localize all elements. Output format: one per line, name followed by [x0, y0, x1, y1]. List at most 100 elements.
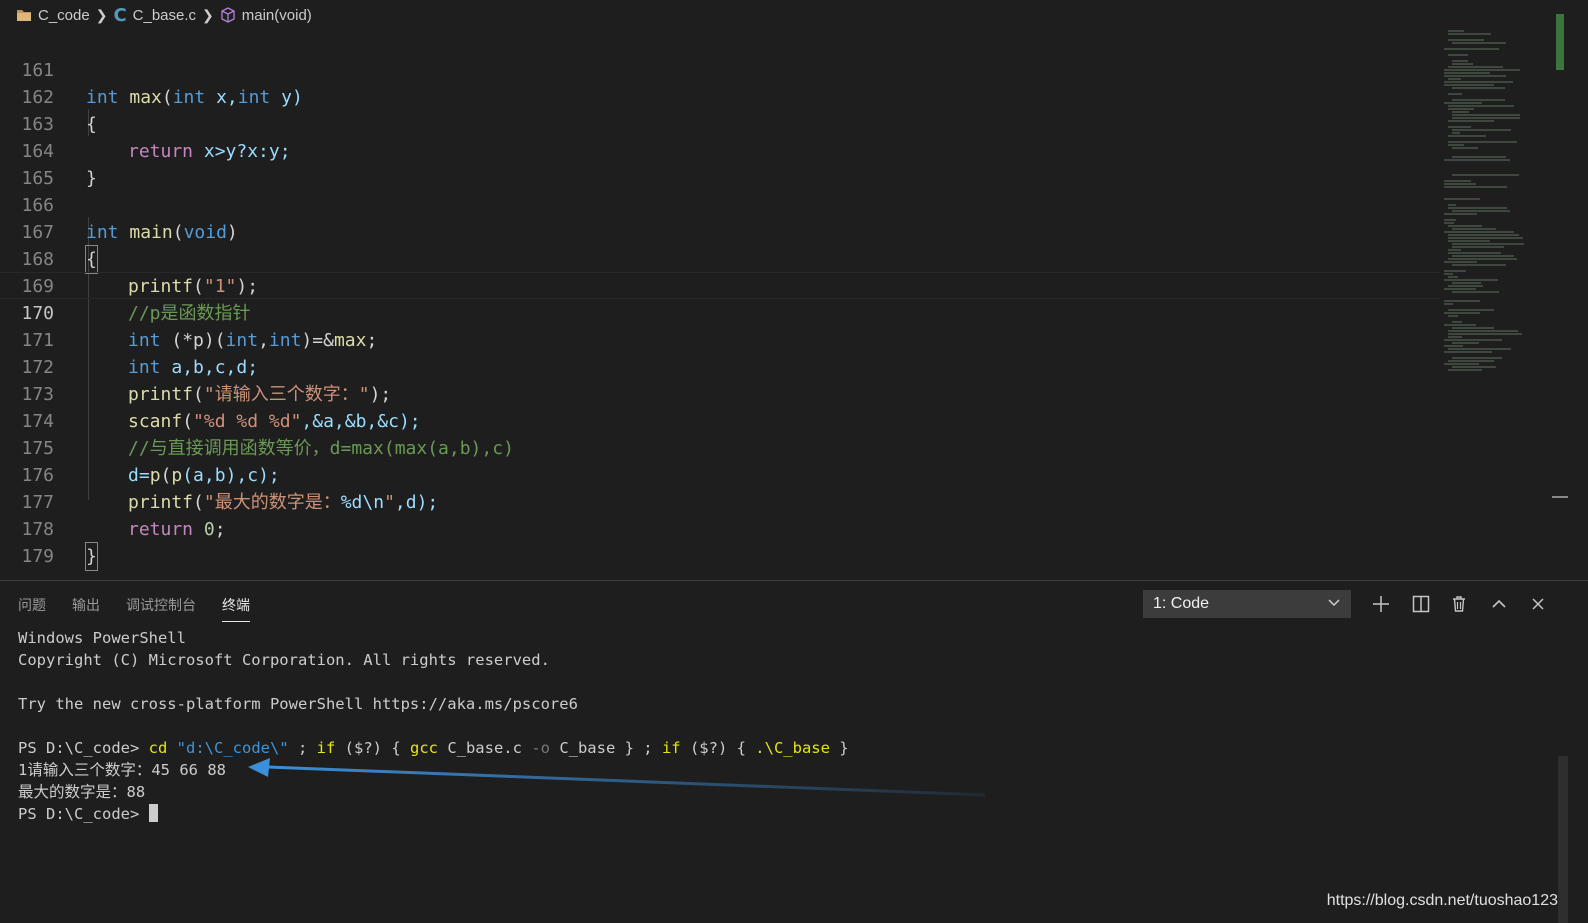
c-language-icon: C	[113, 4, 127, 26]
terminal-command-line: PS D:\C_code> cd "d:\C_code\" ; if ($?) …	[18, 739, 849, 757]
code-line[interactable]: 173 scanf("%d %d %d",&a,&b,&c);	[0, 354, 1440, 432]
minimap-line	[1448, 276, 1458, 278]
folder-icon	[16, 8, 32, 22]
bracket-match: }	[85, 542, 98, 571]
code-line[interactable]: 172 printf("请输入三个数字：");	[0, 327, 1440, 405]
terminal-cursor	[148, 804, 158, 822]
code-line[interactable]: 162 {	[0, 57, 1440, 135]
terminal-line: 1请输入三个数字：45 66 88	[18, 761, 226, 779]
code-line[interactable]: 165	[0, 138, 1440, 189]
minimap-line	[1444, 69, 1520, 71]
close-icon	[1532, 598, 1544, 610]
minimap-line	[1444, 180, 1471, 182]
minimap-line	[1452, 291, 1499, 293]
minimap-line	[1452, 132, 1460, 134]
code-line[interactable]: 177 return 0;	[0, 462, 1440, 540]
minimap-line	[1448, 207, 1507, 209]
terminal-line: 最大的数字是：88	[18, 783, 146, 801]
code-line[interactable]: 161 int max(int x,int y)	[0, 30, 1440, 108]
minimap-line	[1448, 330, 1518, 332]
code-line[interactable]: 179	[0, 516, 1440, 567]
minimap-line	[1448, 252, 1501, 254]
minimap-line	[1452, 87, 1505, 89]
minimap-line	[1448, 240, 1490, 242]
code-line[interactable]: 178 }	[0, 489, 1440, 571]
minimap-line	[1444, 222, 1454, 224]
minimap-line	[1448, 135, 1486, 137]
maximize-panel-button[interactable]	[1486, 591, 1512, 617]
minimap-line	[1448, 309, 1494, 311]
split-icon	[1412, 595, 1430, 613]
breadcrumb-folder[interactable]: C_code	[16, 7, 90, 24]
bottom-panel: 问题 输出 调试控制台 终端 1: Code Windows PowerShel…	[0, 580, 1588, 923]
minimap-line	[1444, 288, 1476, 290]
minimap[interactable]	[1440, 30, 1552, 410]
minimap-line	[1452, 147, 1478, 149]
minimap-line	[1448, 78, 1461, 80]
tab-debug-console[interactable]: 调试控制台	[126, 595, 196, 622]
code-line[interactable]: 174 //与直接调用函数等价，d=max(max(a,b),c)	[0, 381, 1440, 459]
terminal-line: Try the new cross-platform PowerShell ht…	[18, 695, 578, 713]
tab-problems[interactable]: 问题	[18, 595, 46, 622]
minimap-line	[1444, 345, 1463, 347]
code-line[interactable]: 163 return x>y?x:y;	[0, 84, 1440, 162]
minimap-line	[1452, 366, 1496, 368]
minimap-line	[1448, 126, 1471, 128]
code-line[interactable]: 169 //p是函数指针	[0, 246, 1440, 324]
new-terminal-button[interactable]	[1368, 591, 1394, 617]
minimap-line	[1452, 99, 1505, 101]
code-line[interactable]: 164 }	[0, 111, 1440, 189]
terminal-prompt-line[interactable]: PS D:\C_code>	[18, 803, 1538, 825]
minimap-line	[1452, 111, 1469, 113]
minimap-line	[1448, 93, 1462, 95]
terminal-scrollbar[interactable]	[1558, 756, 1568, 923]
minimap-line	[1452, 246, 1504, 248]
tab-output[interactable]: 输出	[72, 595, 100, 622]
close-panel-button[interactable]	[1525, 591, 1551, 617]
code-line[interactable]: 171 int a,b,c,d;	[0, 300, 1440, 378]
minimap-line	[1448, 30, 1464, 32]
trash-icon	[1453, 596, 1465, 612]
code-line[interactable]: 168 printf("1");	[0, 219, 1440, 297]
code-line[interactable]: 166 int main(void)	[0, 165, 1440, 243]
minimap-line	[1444, 363, 1479, 365]
minimap-line	[1444, 102, 1482, 104]
minimap-line	[1448, 258, 1517, 260]
split-terminal-button[interactable]	[1408, 591, 1434, 617]
minimap-line	[1444, 312, 1480, 314]
minimap-line	[1448, 333, 1522, 335]
minimap-line	[1444, 279, 1498, 281]
chevron-up-icon	[1492, 599, 1506, 608]
minimap-line	[1444, 75, 1506, 77]
terminal-output[interactable]: Windows PowerShell Copyright (C) Microso…	[18, 627, 1538, 825]
minimap-line	[1452, 117, 1520, 119]
code-line[interactable]: 167 {	[0, 192, 1440, 274]
minimap-line	[1452, 357, 1502, 359]
minimap-line	[1444, 48, 1499, 50]
minimap-line	[1448, 249, 1461, 251]
minimap-line	[1448, 315, 1458, 317]
minimap-line	[1448, 285, 1483, 287]
terminal-select[interactable]: 1: Code	[1143, 590, 1351, 618]
editor-scrollbar-thumb[interactable]	[1556, 14, 1564, 70]
minimap-line	[1444, 231, 1514, 233]
code-line[interactable]: 175 d=p(p(a,b),c);	[0, 408, 1440, 486]
kill-terminal-button[interactable]	[1446, 591, 1472, 617]
minimap-line	[1444, 300, 1480, 302]
breadcrumb-symbol[interactable]: main(void)	[220, 7, 312, 24]
minimap-line	[1452, 255, 1514, 257]
terminal-line: Copyright (C) Microsoft Corporation. All…	[18, 651, 550, 669]
minimap-line	[1448, 360, 1494, 362]
tab-terminal[interactable]: 终端	[222, 595, 250, 622]
breadcrumb-file[interactable]: C C_base.c	[113, 5, 196, 26]
minimap-line	[1444, 213, 1477, 215]
code-line-current[interactable]: 170 int (*p)(int,int)=&max;	[0, 272, 1440, 351]
terminal-line: Windows PowerShell	[18, 629, 186, 647]
code-line[interactable]: 176 printf("最大的数字是：%d\n",d);	[0, 435, 1440, 513]
minimap-line	[1452, 342, 1479, 344]
code-editor[interactable]: 161 int max(int x,int y) 162 { 163 retur…	[0, 30, 1440, 580]
minimap-line	[1448, 105, 1514, 107]
scrollbar-cursor-marker	[1552, 496, 1568, 498]
line-number: 179	[21, 546, 54, 567]
